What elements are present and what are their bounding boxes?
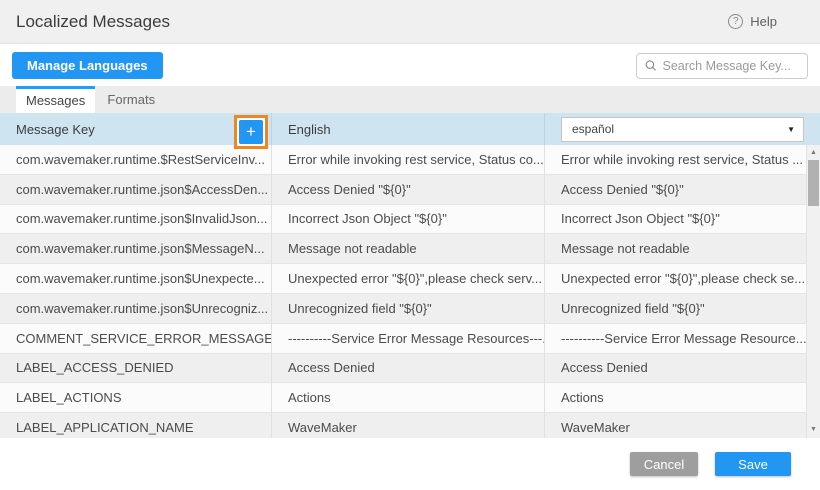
help-label: Help — [750, 14, 777, 29]
table-row[interactable]: com.wavemaker.runtime.json$MessageN... M… — [0, 234, 806, 264]
help-button[interactable]: ? Help — [728, 14, 777, 29]
search-icon — [645, 59, 657, 72]
help-icon: ? — [728, 14, 743, 29]
english-cell[interactable]: Incorrect Json Object "${0}" — [272, 205, 545, 234]
spanish-cell[interactable]: Unrecognized field "${0}" — [545, 294, 806, 323]
column-header-language: español ▼ — [545, 113, 820, 145]
tab-strip: Messages Formats — [0, 86, 820, 113]
table-row[interactable]: com.wavemaker.runtime.json$AccessDen... … — [0, 175, 806, 205]
tab-messages[interactable]: Messages — [16, 86, 95, 113]
table-rows: com.wavemaker.runtime.$RestServiceInv...… — [0, 145, 806, 438]
add-icon: + — [246, 122, 256, 141]
message-key-cell[interactable]: LABEL_ACTIONS — [0, 383, 272, 412]
spanish-cell[interactable]: Message not readable — [545, 234, 806, 263]
table-row[interactable]: LABEL_ACTIONS Actions Actions — [0, 383, 806, 413]
message-key-cell[interactable]: com.wavemaker.runtime.json$AccessDen... — [0, 175, 272, 204]
localized-messages-dialog: Localized Messages ? Help Manage Languag… — [0, 0, 820, 490]
column-header-message-key: Message Key + — [0, 113, 272, 145]
footer: Cancel Save — [0, 438, 820, 490]
table-row[interactable]: com.wavemaker.runtime.json$InvalidJson..… — [0, 205, 806, 235]
table-body: com.wavemaker.runtime.$RestServiceInv...… — [0, 145, 820, 438]
vertical-scrollbar[interactable]: ▲ ▼ — [806, 145, 820, 438]
scrollbar-thumb[interactable] — [808, 160, 819, 206]
english-cell[interactable]: WaveMaker — [272, 413, 545, 438]
column-header-english: English — [272, 113, 545, 145]
language-dropdown-value: español — [572, 122, 614, 136]
title-bar: Localized Messages ? Help — [0, 0, 820, 44]
message-key-cell[interactable]: LABEL_ACCESS_DENIED — [0, 354, 272, 383]
tab-formats[interactable]: Formats — [95, 86, 167, 113]
table-row[interactable]: com.wavemaker.runtime.json$Unrecogniz...… — [0, 294, 806, 324]
scroll-down-icon[interactable]: ▼ — [807, 424, 820, 436]
message-key-cell[interactable]: com.wavemaker.runtime.json$Unexpecte... — [0, 264, 272, 293]
spanish-cell[interactable]: WaveMaker — [545, 413, 806, 438]
save-button[interactable]: Save — [715, 452, 791, 476]
spanish-cell[interactable]: Incorrect Json Object "${0}" — [545, 205, 806, 234]
english-header-label: English — [288, 122, 331, 137]
scroll-up-icon[interactable]: ▲ — [807, 147, 820, 159]
search-box[interactable] — [636, 53, 808, 79]
chevron-down-icon: ▼ — [787, 125, 795, 134]
page-title: Localized Messages — [16, 12, 170, 32]
message-key-cell[interactable]: com.wavemaker.runtime.json$InvalidJson..… — [0, 205, 272, 234]
table-row[interactable]: LABEL_ACCESS_DENIED Access Denied Access… — [0, 354, 806, 384]
message-key-header-label: Message Key — [16, 122, 95, 137]
english-cell[interactable]: Message not readable — [272, 234, 545, 263]
language-dropdown[interactable]: español ▼ — [561, 117, 804, 142]
cancel-button[interactable]: Cancel — [630, 452, 698, 476]
table-header: Message Key + English español ▼ — [0, 113, 820, 145]
english-cell[interactable]: Actions — [272, 383, 545, 412]
message-key-cell[interactable]: COMMENT_SERVICE_ERROR_MESSAGES — [0, 324, 272, 353]
english-cell[interactable]: Unexpected error "${0}",please check ser… — [272, 264, 545, 293]
message-key-cell[interactable]: com.wavemaker.runtime.json$MessageN... — [0, 234, 272, 263]
english-cell[interactable]: Error while invoking rest service, Statu… — [272, 145, 545, 174]
toolbar: Manage Languages — [0, 45, 820, 86]
spanish-cell[interactable]: Access Denied "${0}" — [545, 175, 806, 204]
table-row[interactable]: COMMENT_SERVICE_ERROR_MESSAGES ---------… — [0, 324, 806, 354]
spanish-cell[interactable]: Access Denied — [545, 354, 806, 383]
spanish-cell[interactable]: ----------Service Error Message Resource… — [545, 324, 806, 353]
english-cell[interactable]: Access Denied — [272, 354, 545, 383]
english-cell[interactable]: ----------Service Error Message Resource… — [272, 324, 545, 353]
message-key-cell[interactable]: com.wavemaker.runtime.$RestServiceInv... — [0, 145, 272, 174]
message-key-cell[interactable]: LABEL_APPLICATION_NAME — [0, 413, 272, 438]
english-cell[interactable]: Unrecognized field "${0}" — [272, 294, 545, 323]
spanish-cell[interactable]: Unexpected error "${0}",please check se.… — [545, 264, 806, 293]
table-row[interactable]: LABEL_APPLICATION_NAME WaveMaker WaveMak… — [0, 413, 806, 438]
add-button-highlight: + — [234, 115, 268, 149]
search-input[interactable] — [663, 59, 799, 73]
add-message-button[interactable]: + — [239, 120, 263, 144]
manage-languages-button[interactable]: Manage Languages — [12, 52, 163, 79]
table-row[interactable]: com.wavemaker.runtime.$RestServiceInv...… — [0, 145, 806, 175]
message-key-cell[interactable]: com.wavemaker.runtime.json$Unrecogniz... — [0, 294, 272, 323]
english-cell[interactable]: Access Denied "${0}" — [272, 175, 545, 204]
spanish-cell[interactable]: Actions — [545, 383, 806, 412]
spanish-cell[interactable]: Error while invoking rest service, Statu… — [545, 145, 806, 174]
table-row[interactable]: com.wavemaker.runtime.json$Unexpecte... … — [0, 264, 806, 294]
